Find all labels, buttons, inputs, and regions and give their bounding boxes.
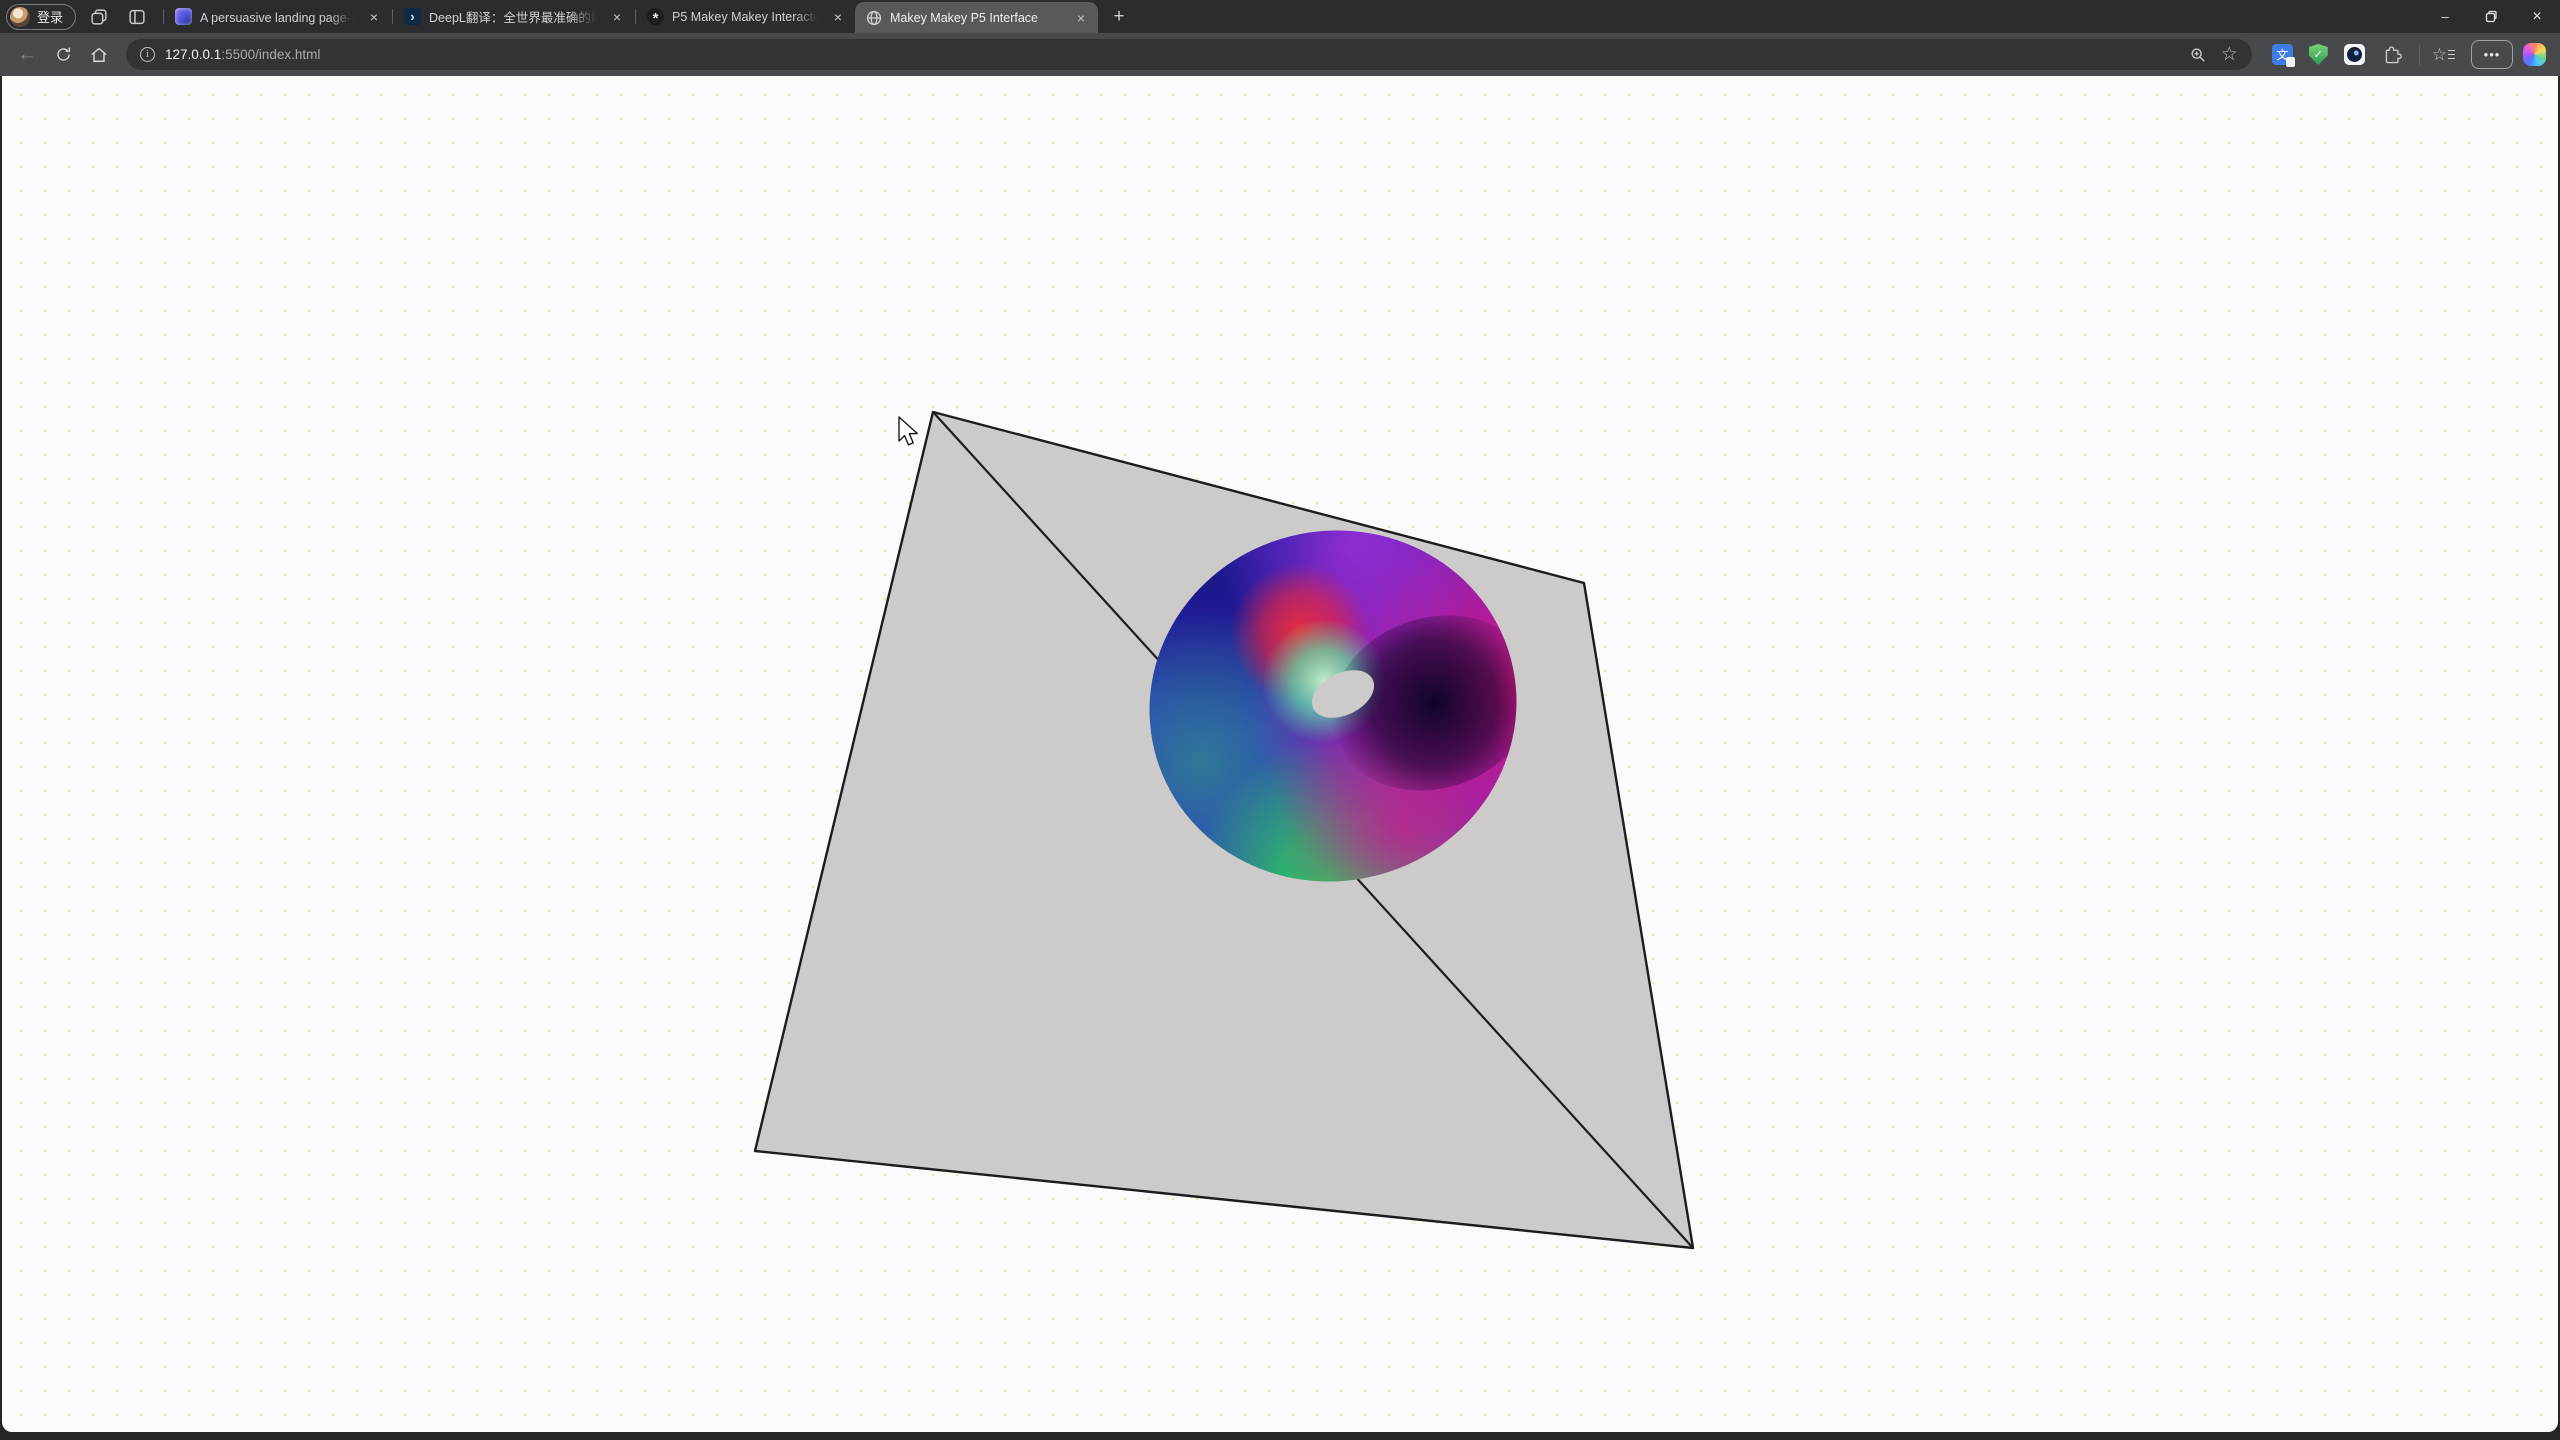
tab-landing-page[interactable]: A persuasive landing page-演示文 × [165,0,391,33]
tab-title: A persuasive landing page-演示文 [200,7,357,26]
home-icon [89,45,109,65]
back-arrow-icon: ← [18,44,37,66]
toolbar-divider [2419,45,2420,65]
extensions-area: 文 ✓ [2262,44,2413,66]
reload-button[interactable] [46,39,80,71]
site-info-icon[interactable]: i [140,47,155,62]
workspaces-icon [88,6,110,28]
address-bar-actions: ☆ [2189,45,2238,64]
tab-makey-p5-active[interactable]: Makey Makey P5 Interface × [855,2,1098,33]
tab-title: DeepL翻译：全世界最准确的翻译 [429,7,600,26]
tab-list: A persuasive landing page-演示文 × › DeepL翻… [162,0,1134,33]
globe-favicon-icon [865,9,882,26]
web-content [2,76,2558,1432]
adblock-shield-extension-icon[interactable]: ✓ [2309,44,2328,65]
tab-separator [635,9,636,24]
tab-title: P5 Makey Makey Interaction [672,10,821,24]
tab-actions-button[interactable] [122,3,152,31]
browser-toolbar: ← i 127.0.0.1:5500/index.html [0,33,2560,76]
profile-button[interactable]: 登录 [6,4,76,30]
browser-titlebar: 登录 A persuasive landing page-演示文 × › Dee… [0,0,2560,33]
translate-extension-icon[interactable]: 文 [2272,44,2293,65]
close-tab-icon[interactable]: × [829,8,847,26]
tab-actions-icon [126,6,148,28]
new-tab-button[interactable]: + [1104,2,1134,32]
reload-icon [54,45,73,64]
home-button[interactable] [82,39,116,71]
tab-p5-makey[interactable]: * P5 Makey Makey Interaction × [637,0,855,33]
tab-separator [392,9,393,24]
deepl-favicon-icon: › [404,8,421,25]
tab-separator [163,9,164,24]
settings-and-more-button[interactable]: ••• [2471,40,2513,69]
back-button[interactable]: ← [10,39,44,71]
copilot-icon[interactable] [2523,43,2546,66]
favorites-button[interactable]: ☆ [2426,45,2461,65]
restore-button[interactable] [2468,0,2514,33]
restore-icon [2485,10,2498,23]
mouse-cursor [899,417,917,445]
url-text: 127.0.0.1:5500/index.html [165,47,320,62]
close-tab-icon[interactable]: × [365,8,383,26]
close-tab-icon[interactable]: × [608,8,626,26]
close-window-button[interactable]: × [2514,0,2560,33]
address-bar[interactable]: i 127.0.0.1:5500/index.html ☆ [126,39,2252,70]
workspaces-button[interactable] [84,3,114,31]
minimize-button[interactable]: – [2422,0,2468,33]
avatar [10,7,30,27]
close-tab-icon[interactable]: × [1072,9,1090,27]
p5-favicon-icon: * [647,8,664,25]
p5-webgl-canvas[interactable] [2,76,2558,1432]
profile-label: 登录 [37,7,63,26]
tab-title: Makey Makey P5 Interface [890,11,1064,25]
favorites-list-icon [2448,50,2455,60]
favorites-star-icon: ☆ [2432,45,2447,65]
zoom-icon[interactable] [2189,46,2207,64]
url-path: :5500/index.html [221,47,320,62]
extensions-puzzle-icon[interactable] [2381,44,2403,66]
landing-page-favicon-icon [175,8,192,25]
url-host: 127.0.0.1 [165,47,221,62]
favorite-star-icon[interactable]: ☆ [2221,45,2238,64]
tab-deepl[interactable]: › DeepL翻译：全世界最准确的翻译 × [394,0,634,33]
dark-circle-extension-icon[interactable] [2344,44,2365,65]
window-controls: – × [2422,0,2560,33]
extension-logo [2347,47,2362,62]
